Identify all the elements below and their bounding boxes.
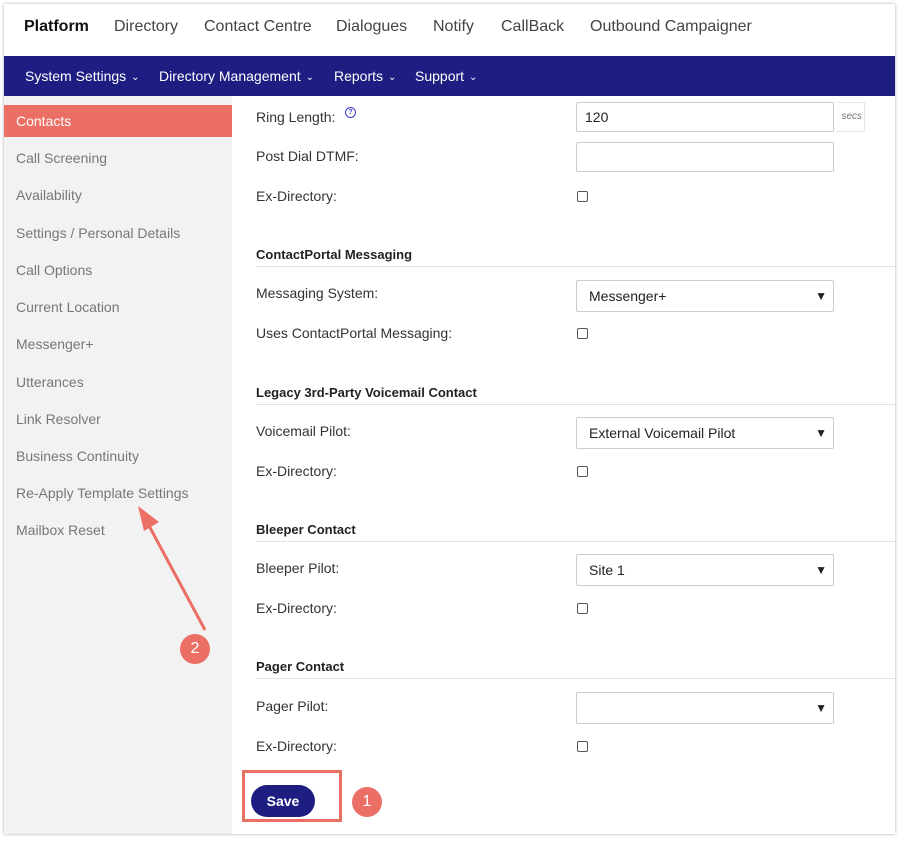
arrow-shaft (145, 521, 207, 631)
arrow-head-icon (138, 506, 159, 531)
annotation-arrow (138, 506, 207, 631)
